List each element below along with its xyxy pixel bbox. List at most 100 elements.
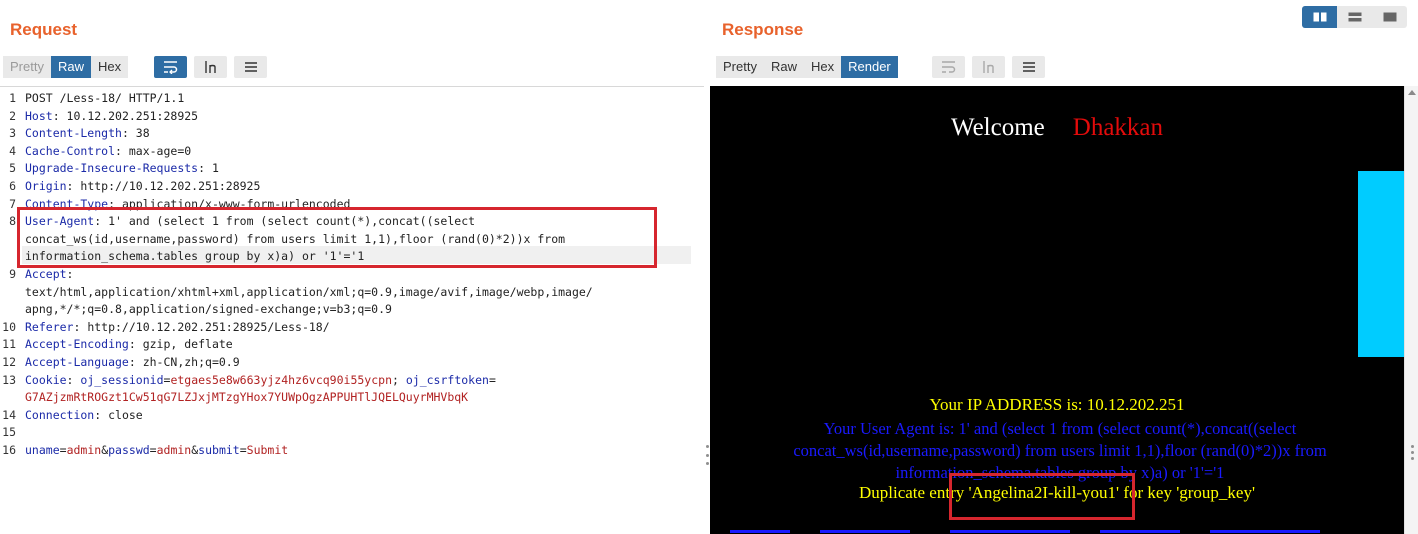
code-line: 2 Host: 10.12.202.251:28925	[0, 108, 700, 126]
line-number: 6	[9, 179, 16, 193]
wrap-icon	[941, 61, 955, 73]
response-tab-render[interactable]: Render	[841, 56, 898, 78]
code-line: 14 Connection: close	[0, 407, 700, 425]
response-wrap-button[interactable]	[932, 56, 965, 78]
code-line: G7AZjzmRtROGzt1Cw51qG7LZJxjMTzgYHox7YUWp…	[0, 389, 700, 407]
code-line: 15	[0, 424, 700, 442]
code-line: 5 Upgrade-Insecure-Requests: 1	[0, 160, 700, 178]
rendered-response: Welcome Dhakkan Your IP ADDRESS is: 10.12…	[710, 86, 1404, 534]
line-number: 14	[2, 407, 16, 422]
request-tabs: Pretty Raw Hex	[3, 56, 129, 78]
code-text: POST /Less-18/ HTTP/1.1	[25, 91, 185, 105]
code-text: Cache-Control: max-age=0	[25, 143, 192, 158]
layout-toggle	[1302, 6, 1407, 28]
line-number: 10	[2, 319, 16, 334]
layout-side-by-side-button[interactable]	[1302, 6, 1337, 28]
code-line: 16 uname=admin&passwd=admin&submit=Submit	[0, 442, 700, 460]
code-text: Host: 10.12.202.251:28925	[25, 108, 199, 123]
response-tab-hex[interactable]: Hex	[803, 56, 842, 78]
line-number: 3	[9, 126, 16, 141]
response-newline-button[interactable]	[972, 56, 1005, 78]
layout-stacked-icon	[1348, 12, 1361, 22]
code-text: Cookie: oj_sessionid=etgaes5e8w663yjz4hz…	[25, 372, 496, 387]
ip-address-line: Your IP ADDRESS is: 10.12.202.251	[929, 395, 1185, 414]
code-line: text/html,application/xhtml+xml,applicat…	[0, 284, 700, 302]
response-tabs: Pretty Raw Hex Render	[716, 56, 898, 78]
code-line: apng,*/*;q=0.8,application/signed-exchan…	[0, 301, 700, 319]
code-text: Upgrade-Insecure-Requests: 1	[25, 161, 219, 176]
code-line: 6 Origin: http://10.12.202.251:28925	[0, 178, 700, 196]
code-line: 9 Accept:	[0, 266, 700, 284]
code-line: 4 Cache-Control: max-age=0	[0, 143, 700, 161]
request-tab-raw[interactable]: Raw	[50, 56, 91, 78]
param-value: Submit	[246, 443, 289, 457]
param-value: admin	[66, 443, 102, 457]
header-key: Connection	[25, 407, 95, 422]
response-scrollbar[interactable]	[1404, 86, 1418, 534]
code-line: 1 POST /Less-18/ HTTP/1.1	[0, 90, 700, 108]
header-key: Cookie	[25, 372, 67, 387]
line-number: 15	[2, 425, 16, 440]
request-title: Request	[10, 20, 78, 39]
response-menu-button[interactable]	[1012, 56, 1045, 78]
response-tab-pretty[interactable]: Pretty	[716, 56, 764, 78]
welcome-name: Dhakkan	[1072, 114, 1164, 141]
param-name: uname	[25, 443, 60, 457]
code-line: 13 Cookie: oj_sessionid=etgaes5e8w663yjz4…	[0, 372, 700, 390]
menu-icon	[1022, 62, 1035, 72]
header-key: Content-Length	[25, 126, 122, 141]
code-text: Connection: close	[25, 407, 143, 422]
line-number: 9	[9, 267, 16, 281]
code-text: G7AZjzmRtROGzt1Cw51qG7LZJxjMTzgYHox7YUWp…	[25, 389, 468, 407]
newline-icon	[204, 61, 216, 73]
code-text: Accept-Encoding: gzip, deflate	[25, 337, 233, 352]
header-key: Upgrade-Insecure-Requests	[25, 161, 199, 176]
line-number: 7	[9, 196, 16, 211]
clipped-blue-text	[710, 530, 1404, 534]
cookie-name: oj_sessionid	[80, 372, 164, 387]
cookie-name: oj_csrftoken	[405, 372, 489, 387]
line-number: 2	[9, 108, 16, 123]
line-number: 1	[9, 91, 16, 105]
layout-single-button[interactable]	[1372, 6, 1407, 28]
line-number: 13	[2, 372, 16, 387]
request-tab-hex[interactable]: Hex	[90, 56, 129, 78]
request-newline-button[interactable]	[194, 56, 227, 78]
request-editor[interactable]: 1 POST /Less-18/ HTTP/1.1 2 Host: 10.12.202…	[0, 86, 704, 534]
user-agent-highlight-box	[17, 207, 657, 268]
layout-side-by-side-icon	[1313, 12, 1326, 22]
header-key: Accept	[25, 267, 67, 281]
line-number: 12	[2, 355, 16, 369]
request-tab-pretty[interactable]: Pretty	[3, 56, 51, 78]
response-title: Response	[722, 20, 804, 39]
duplicate-entry-highlight-box	[949, 473, 1135, 520]
wrap-icon	[163, 61, 177, 74]
request-pane: Request Pretty Raw Hex 1 POST /Less-18/ H…	[0, 0, 704, 534]
code-line: 3 Content-Length: 38	[0, 125, 700, 143]
menu-icon	[244, 62, 257, 72]
cookie-value: etgaes5e8w663yjz4hz6vcq90i55ycpn	[170, 372, 392, 387]
header-key: Origin	[25, 179, 67, 193]
param-value: admin	[156, 443, 192, 457]
layout-stacked-button[interactable]	[1337, 6, 1372, 28]
code-text: text/html,application/xhtml+xml,applicat…	[25, 284, 593, 299]
line-number: 5	[9, 161, 16, 176]
newline-icon	[982, 61, 994, 73]
response-tab-raw[interactable]: Raw	[763, 56, 804, 78]
dup-suffix: for key 'group_key'	[1119, 483, 1256, 502]
scroll-up-icon[interactable]	[1408, 90, 1416, 95]
code-text: uname=admin&passwd=admin&submit=Submit	[25, 443, 289, 457]
header-key: Host	[25, 108, 53, 123]
code-line: 11 Accept-Encoding: gzip, deflate	[0, 336, 700, 354]
code-text: Referer: http://10.12.202.251:28925/Less…	[25, 319, 330, 334]
response-pane: Response Pretty Raw Hex Render Welcome Dh…	[710, 0, 1418, 534]
code-line: 12 Accept-Language: zh-CN,zh;q=0.9	[0, 354, 700, 372]
header-key: Accept-Encoding	[25, 337, 129, 352]
welcome-text: Welcome	[950, 114, 1045, 141]
request-wrap-button[interactable]	[154, 56, 187, 78]
request-menu-button[interactable]	[234, 56, 267, 78]
code-line: 10 Referer: http://10.12.202.251:28925/Le…	[0, 319, 700, 337]
cookie-value: G7AZjzmRtROGzt1Cw51qG7LZJxjMTzgYHox7YUWp…	[25, 390, 469, 405]
header-key: Cache-Control	[25, 143, 116, 158]
code-text: Accept-Language: zh-CN,zh;q=0.9	[25, 355, 240, 369]
